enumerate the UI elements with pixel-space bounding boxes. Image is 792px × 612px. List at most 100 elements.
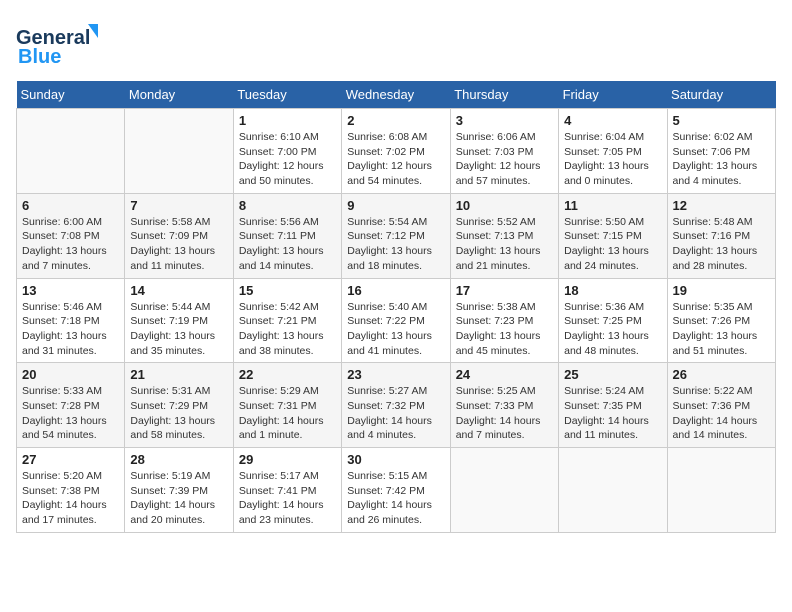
day-number: 3	[456, 113, 553, 128]
calendar-cell: 21 Sunrise: 5:31 AM Sunset: 7:29 PM Dayli…	[125, 363, 233, 448]
calendar-cell: 19 Sunrise: 5:35 AM Sunset: 7:26 PM Dayli…	[667, 278, 775, 363]
day-number: 25	[564, 367, 661, 382]
calendar-cell	[125, 109, 233, 194]
day-number: 7	[130, 198, 227, 213]
calendar-cell	[667, 448, 775, 533]
day-number: 15	[239, 283, 336, 298]
day-number: 26	[673, 367, 770, 382]
day-header-wednesday: Wednesday	[342, 81, 450, 109]
calendar-body: 1Sunrise: 6:10 AM Sunset: 7:00 PM Daylig…	[17, 109, 776, 533]
day-number: 27	[22, 452, 119, 467]
day-number: 12	[673, 198, 770, 213]
day-detail: Sunrise: 6:08 AM Sunset: 7:02 PM Dayligh…	[347, 130, 444, 189]
day-detail: Sunrise: 5:54 AM Sunset: 7:12 PM Dayligh…	[347, 215, 444, 274]
day-header-saturday: Saturday	[667, 81, 775, 109]
day-detail: Sunrise: 5:15 AM Sunset: 7:42 PM Dayligh…	[347, 469, 444, 528]
calendar-cell	[450, 448, 558, 533]
day-number: 9	[347, 198, 444, 213]
day-detail: Sunrise: 5:19 AM Sunset: 7:39 PM Dayligh…	[130, 469, 227, 528]
day-number: 29	[239, 452, 336, 467]
day-number: 19	[673, 283, 770, 298]
svg-text:General: General	[16, 27, 90, 49]
day-number: 22	[239, 367, 336, 382]
calendar-table: SundayMondayTuesdayWednesdayThursdayFrid…	[16, 81, 776, 533]
calendar-cell: 29 Sunrise: 5:17 AM Sunset: 7:41 PM Dayli…	[233, 448, 341, 533]
day-number: 23	[347, 367, 444, 382]
day-detail: Sunrise: 5:58 AM Sunset: 7:09 PM Dayligh…	[130, 215, 227, 274]
calendar-week-4: 20 Sunrise: 5:33 AM Sunset: 7:28 PM Dayli…	[17, 363, 776, 448]
calendar-cell: 9 Sunrise: 5:54 AM Sunset: 7:12 PM Daylig…	[342, 193, 450, 278]
calendar-week-1: 1Sunrise: 6:10 AM Sunset: 7:00 PM Daylig…	[17, 109, 776, 194]
calendar-cell: 30 Sunrise: 5:15 AM Sunset: 7:42 PM Dayli…	[342, 448, 450, 533]
calendar-week-2: 6 Sunrise: 6:00 AM Sunset: 7:08 PM Daylig…	[17, 193, 776, 278]
calendar-cell: 28 Sunrise: 5:19 AM Sunset: 7:39 PM Dayli…	[125, 448, 233, 533]
calendar-cell: 23 Sunrise: 5:27 AM Sunset: 7:32 PM Dayli…	[342, 363, 450, 448]
day-detail: Sunrise: 5:44 AM Sunset: 7:19 PM Dayligh…	[130, 300, 227, 359]
day-number: 30	[347, 452, 444, 467]
calendar-cell	[559, 448, 667, 533]
calendar-cell: 27 Sunrise: 5:20 AM Sunset: 7:38 PM Dayli…	[17, 448, 125, 533]
day-detail: Sunrise: 6:06 AM Sunset: 7:03 PM Dayligh…	[456, 130, 553, 189]
day-detail: Sunrise: 5:56 AM Sunset: 7:11 PM Dayligh…	[239, 215, 336, 274]
day-detail: Sunrise: 5:22 AM Sunset: 7:36 PM Dayligh…	[673, 384, 770, 443]
calendar-cell: 8 Sunrise: 5:56 AM Sunset: 7:11 PM Daylig…	[233, 193, 341, 278]
day-number: 24	[456, 367, 553, 382]
day-detail: Sunrise: 5:33 AM Sunset: 7:28 PM Dayligh…	[22, 384, 119, 443]
day-detail: Sunrise: 5:48 AM Sunset: 7:16 PM Dayligh…	[673, 215, 770, 274]
calendar-cell: 20 Sunrise: 5:33 AM Sunset: 7:28 PM Dayli…	[17, 363, 125, 448]
day-number: 1	[239, 113, 336, 128]
day-number: 18	[564, 283, 661, 298]
day-number: 11	[564, 198, 661, 213]
day-detail: Sunrise: 5:25 AM Sunset: 7:33 PM Dayligh…	[456, 384, 553, 443]
day-number: 10	[456, 198, 553, 213]
day-number: 16	[347, 283, 444, 298]
calendar-cell: 25 Sunrise: 5:24 AM Sunset: 7:35 PM Dayli…	[559, 363, 667, 448]
day-detail: Sunrise: 5:24 AM Sunset: 7:35 PM Dayligh…	[564, 384, 661, 443]
day-detail: Sunrise: 5:52 AM Sunset: 7:13 PM Dayligh…	[456, 215, 553, 274]
calendar-cell: 14 Sunrise: 5:44 AM Sunset: 7:19 PM Dayli…	[125, 278, 233, 363]
logo: General Blue	[16, 16, 106, 73]
page-header: General Blue	[16, 16, 776, 73]
calendar-week-5: 27 Sunrise: 5:20 AM Sunset: 7:38 PM Dayli…	[17, 448, 776, 533]
day-number: 6	[22, 198, 119, 213]
calendar-cell: 5 Sunrise: 6:02 AM Sunset: 7:06 PM Daylig…	[667, 109, 775, 194]
day-detail: Sunrise: 5:35 AM Sunset: 7:26 PM Dayligh…	[673, 300, 770, 359]
day-detail: Sunrise: 6:00 AM Sunset: 7:08 PM Dayligh…	[22, 215, 119, 274]
day-number: 17	[456, 283, 553, 298]
day-detail: Sunrise: 5:20 AM Sunset: 7:38 PM Dayligh…	[22, 469, 119, 528]
day-number: 20	[22, 367, 119, 382]
day-number: 14	[130, 283, 227, 298]
day-detail: Sunrise: 5:17 AM Sunset: 7:41 PM Dayligh…	[239, 469, 336, 528]
day-detail: Sunrise: 5:36 AM Sunset: 7:25 PM Dayligh…	[564, 300, 661, 359]
day-detail: Sunrise: 5:46 AM Sunset: 7:18 PM Dayligh…	[22, 300, 119, 359]
day-detail: Sunrise: 5:40 AM Sunset: 7:22 PM Dayligh…	[347, 300, 444, 359]
calendar-cell: 1Sunrise: 6:10 AM Sunset: 7:00 PM Daylig…	[233, 109, 341, 194]
day-detail: Sunrise: 5:31 AM Sunset: 7:29 PM Dayligh…	[130, 384, 227, 443]
day-number: 2	[347, 113, 444, 128]
day-number: 13	[22, 283, 119, 298]
day-header-friday: Friday	[559, 81, 667, 109]
day-detail: Sunrise: 5:38 AM Sunset: 7:23 PM Dayligh…	[456, 300, 553, 359]
calendar-header-row: SundayMondayTuesdayWednesdayThursdayFrid…	[17, 81, 776, 109]
day-header-monday: Monday	[125, 81, 233, 109]
calendar-cell: 16 Sunrise: 5:40 AM Sunset: 7:22 PM Dayli…	[342, 278, 450, 363]
calendar-week-3: 13 Sunrise: 5:46 AM Sunset: 7:18 PM Dayli…	[17, 278, 776, 363]
calendar-cell: 24 Sunrise: 5:25 AM Sunset: 7:33 PM Dayli…	[450, 363, 558, 448]
calendar-cell: 11Sunrise: 5:50 AM Sunset: 7:15 PM Dayli…	[559, 193, 667, 278]
day-header-thursday: Thursday	[450, 81, 558, 109]
day-detail: Sunrise: 6:02 AM Sunset: 7:06 PM Dayligh…	[673, 130, 770, 189]
calendar-cell: 17 Sunrise: 5:38 AM Sunset: 7:23 PM Dayli…	[450, 278, 558, 363]
calendar-cell: 6 Sunrise: 6:00 AM Sunset: 7:08 PM Daylig…	[17, 193, 125, 278]
day-number: 5	[673, 113, 770, 128]
day-detail: Sunrise: 5:27 AM Sunset: 7:32 PM Dayligh…	[347, 384, 444, 443]
day-detail: Sunrise: 5:42 AM Sunset: 7:21 PM Dayligh…	[239, 300, 336, 359]
day-detail: Sunrise: 6:04 AM Sunset: 7:05 PM Dayligh…	[564, 130, 661, 189]
day-header-sunday: Sunday	[17, 81, 125, 109]
day-number: 28	[130, 452, 227, 467]
day-number: 8	[239, 198, 336, 213]
calendar-cell: 13 Sunrise: 5:46 AM Sunset: 7:18 PM Dayli…	[17, 278, 125, 363]
calendar-cell: 15 Sunrise: 5:42 AM Sunset: 7:21 PM Dayli…	[233, 278, 341, 363]
day-number: 21	[130, 367, 227, 382]
calendar-cell	[17, 109, 125, 194]
calendar-cell: 2 Sunrise: 6:08 AM Sunset: 7:02 PM Daylig…	[342, 109, 450, 194]
